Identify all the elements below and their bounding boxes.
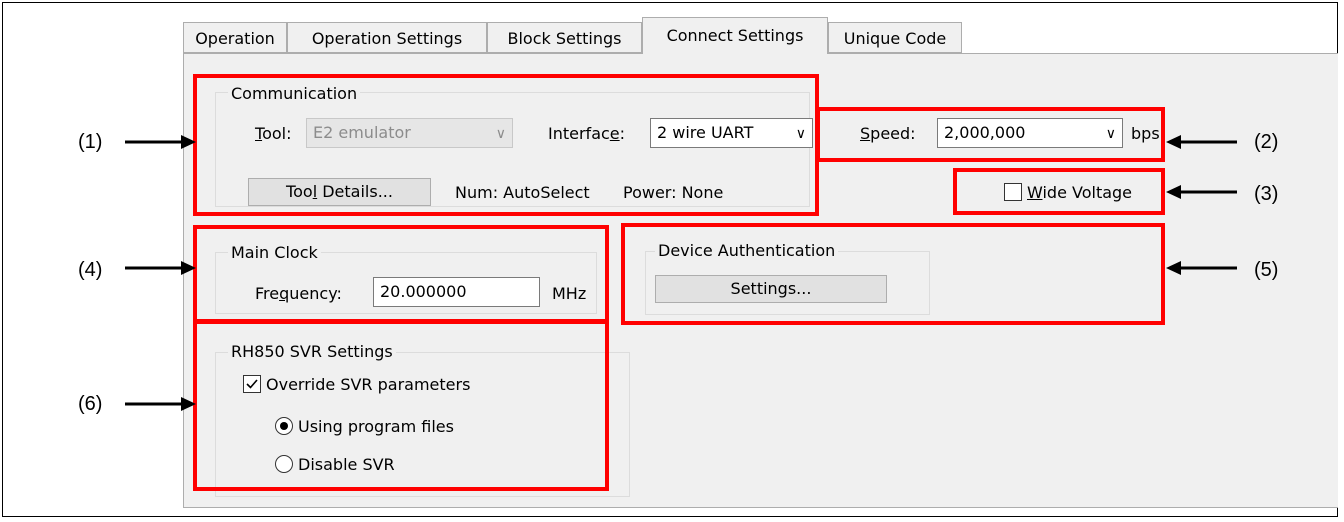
highlight-box-2 [816, 107, 1165, 162]
tab-label: Connect Settings [666, 26, 804, 45]
tab-block-settings[interactable]: Block Settings [487, 22, 642, 53]
tab-label: Unique Code [843, 29, 947, 48]
tab-unique-code[interactable]: Unique Code [828, 22, 962, 53]
callout-1: (1) [78, 131, 103, 153]
callout-6: (6) [78, 393, 103, 415]
callout-4: (4) [78, 259, 103, 281]
callout-5: (5) [1254, 259, 1279, 281]
highlight-box-6 [193, 320, 609, 491]
tab-label: Operation Settings [311, 29, 463, 48]
tab-operation-settings[interactable]: Operation Settings [287, 22, 487, 53]
arrow-left-icon [1166, 135, 1237, 149]
tab-connect-settings[interactable]: Connect Settings [642, 17, 828, 54]
highlight-box-1 [193, 74, 819, 216]
tab-label: Block Settings [507, 29, 622, 48]
highlight-box-4 [193, 225, 609, 323]
arrow-right-icon [125, 397, 196, 411]
arrow-left-icon [1166, 185, 1237, 199]
tab-operation[interactable]: Operation [183, 22, 287, 53]
highlight-box-3 [953, 168, 1165, 215]
callout-3: (3) [1254, 183, 1279, 205]
tab-label: Operation [195, 29, 275, 48]
arrow-right-icon [125, 261, 196, 275]
highlight-box-5 [621, 223, 1165, 325]
arrow-left-icon [1166, 261, 1237, 275]
arrow-right-icon [125, 135, 196, 149]
callout-2: (2) [1254, 131, 1279, 153]
